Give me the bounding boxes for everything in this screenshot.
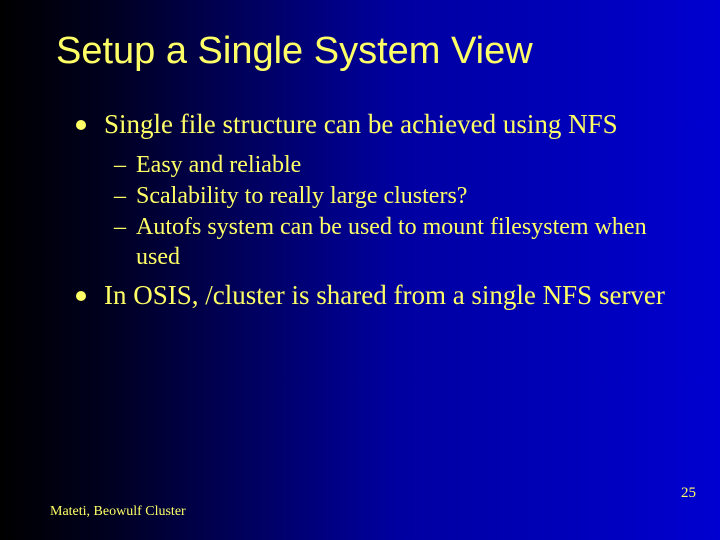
bullet-item: In OSIS, /cluster is shared from a singl… — [76, 280, 670, 312]
footer-page-number: 25 — [681, 485, 696, 502]
sub-bullet-item: Autofs system can be used to mount files… — [114, 213, 670, 272]
bullet-list: Single file structure can be achieved us… — [76, 109, 670, 312]
bullet-item: Single file structure can be achieved us… — [76, 109, 670, 272]
slide-title: Setup a Single System View — [56, 30, 670, 73]
sub-bullet-item: Scalability to really large clusters? — [114, 182, 670, 211]
footer-author: Mateti, Beowulf Cluster — [50, 504, 186, 520]
sub-bullet-list: Easy and reliable Scalability to really … — [114, 151, 670, 272]
sub-bullet-item: Easy and reliable — [114, 151, 670, 180]
bullet-text: Single file structure can be achieved us… — [104, 109, 618, 139]
slide: Setup a Single System View Single file s… — [0, 0, 720, 540]
bullet-text: In OSIS, /cluster is shared from a singl… — [104, 280, 665, 310]
